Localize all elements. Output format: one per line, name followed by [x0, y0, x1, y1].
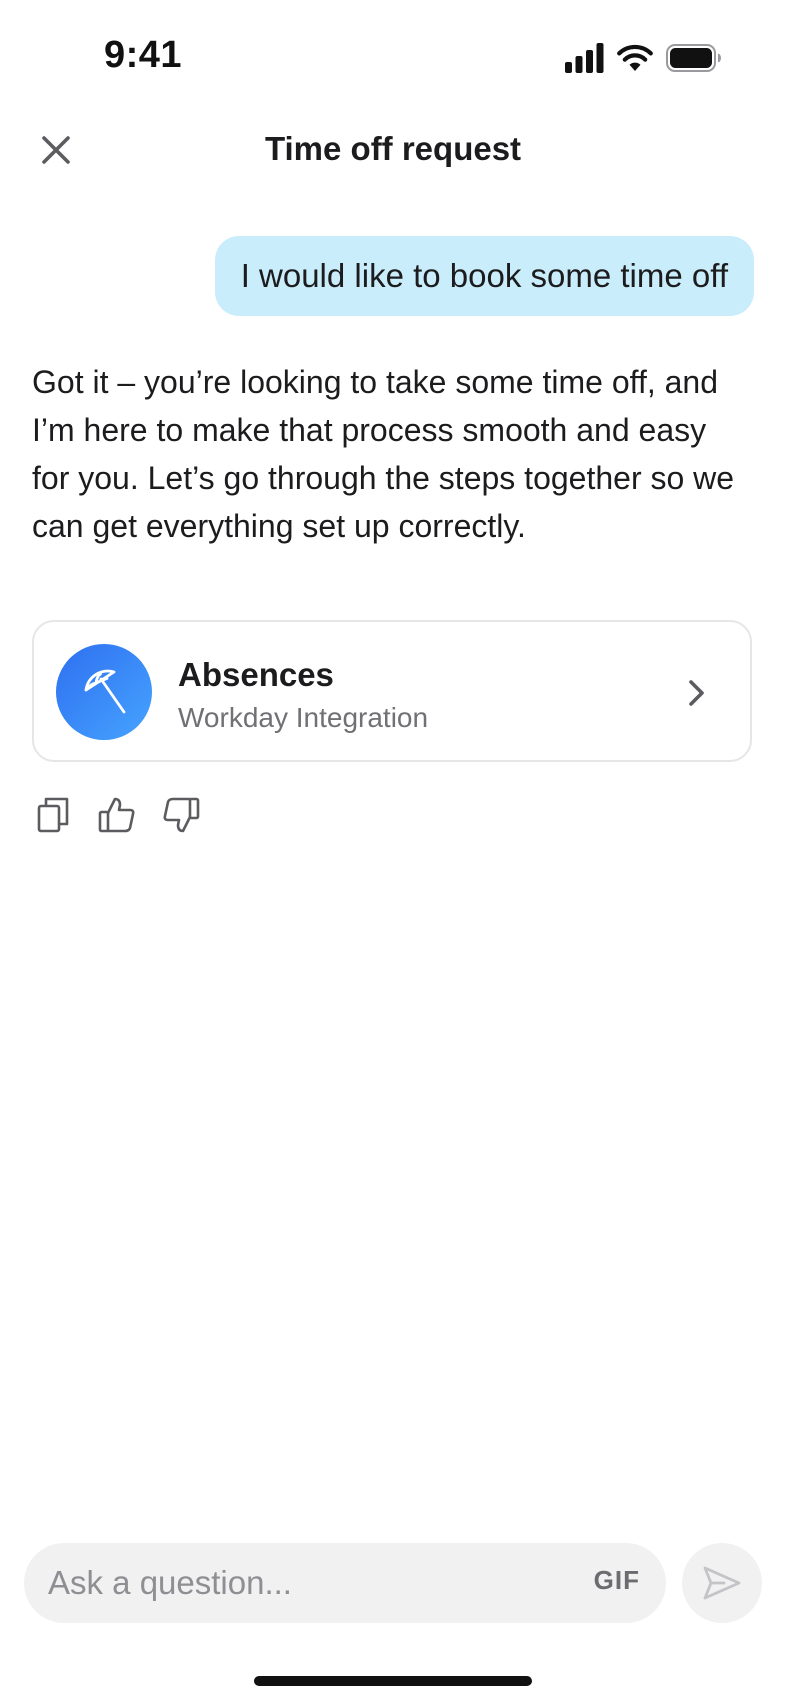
status-time: 9:41 [104, 34, 183, 76]
card-subtitle: Workday Integration [178, 702, 429, 733]
composer: GIF [24, 1543, 666, 1623]
cellular-signal-icon [565, 43, 604, 73]
message-actions [34, 795, 200, 839]
wifi-icon [617, 44, 653, 71]
thumbs-up-icon [98, 797, 135, 833]
gif-button[interactable]: GIF [594, 1565, 640, 1596]
user-message-text: I would like to book some time off [240, 257, 728, 294]
assistant-message: Got it – you’re looking to take some tim… [32, 364, 735, 544]
home-indicator [254, 1676, 532, 1686]
header: Time off request [0, 110, 786, 190]
send-icon [703, 1566, 741, 1600]
thumbs-down-icon [163, 797, 200, 833]
umbrella-icon [84, 669, 126, 714]
battery-icon [666, 44, 721, 72]
chevron-right-icon [689, 680, 704, 706]
status-bar: 9:41 [0, 0, 786, 110]
thumbs-down-button[interactable] [162, 795, 200, 835]
integration-avatar [56, 644, 152, 740]
ask-question-input[interactable] [48, 1543, 568, 1623]
user-message-bubble: I would like to book some time off [214, 236, 754, 316]
thumbs-up-button[interactable] [98, 795, 136, 835]
card-title: Absences [178, 656, 334, 693]
copy-icon [37, 797, 69, 833]
copy-button[interactable] [34, 795, 72, 835]
send-button[interactable] [682, 1543, 762, 1623]
page-title: Time off request [264, 130, 522, 167]
absences-integration-card[interactable]: Absences Workday Integration [32, 620, 752, 762]
